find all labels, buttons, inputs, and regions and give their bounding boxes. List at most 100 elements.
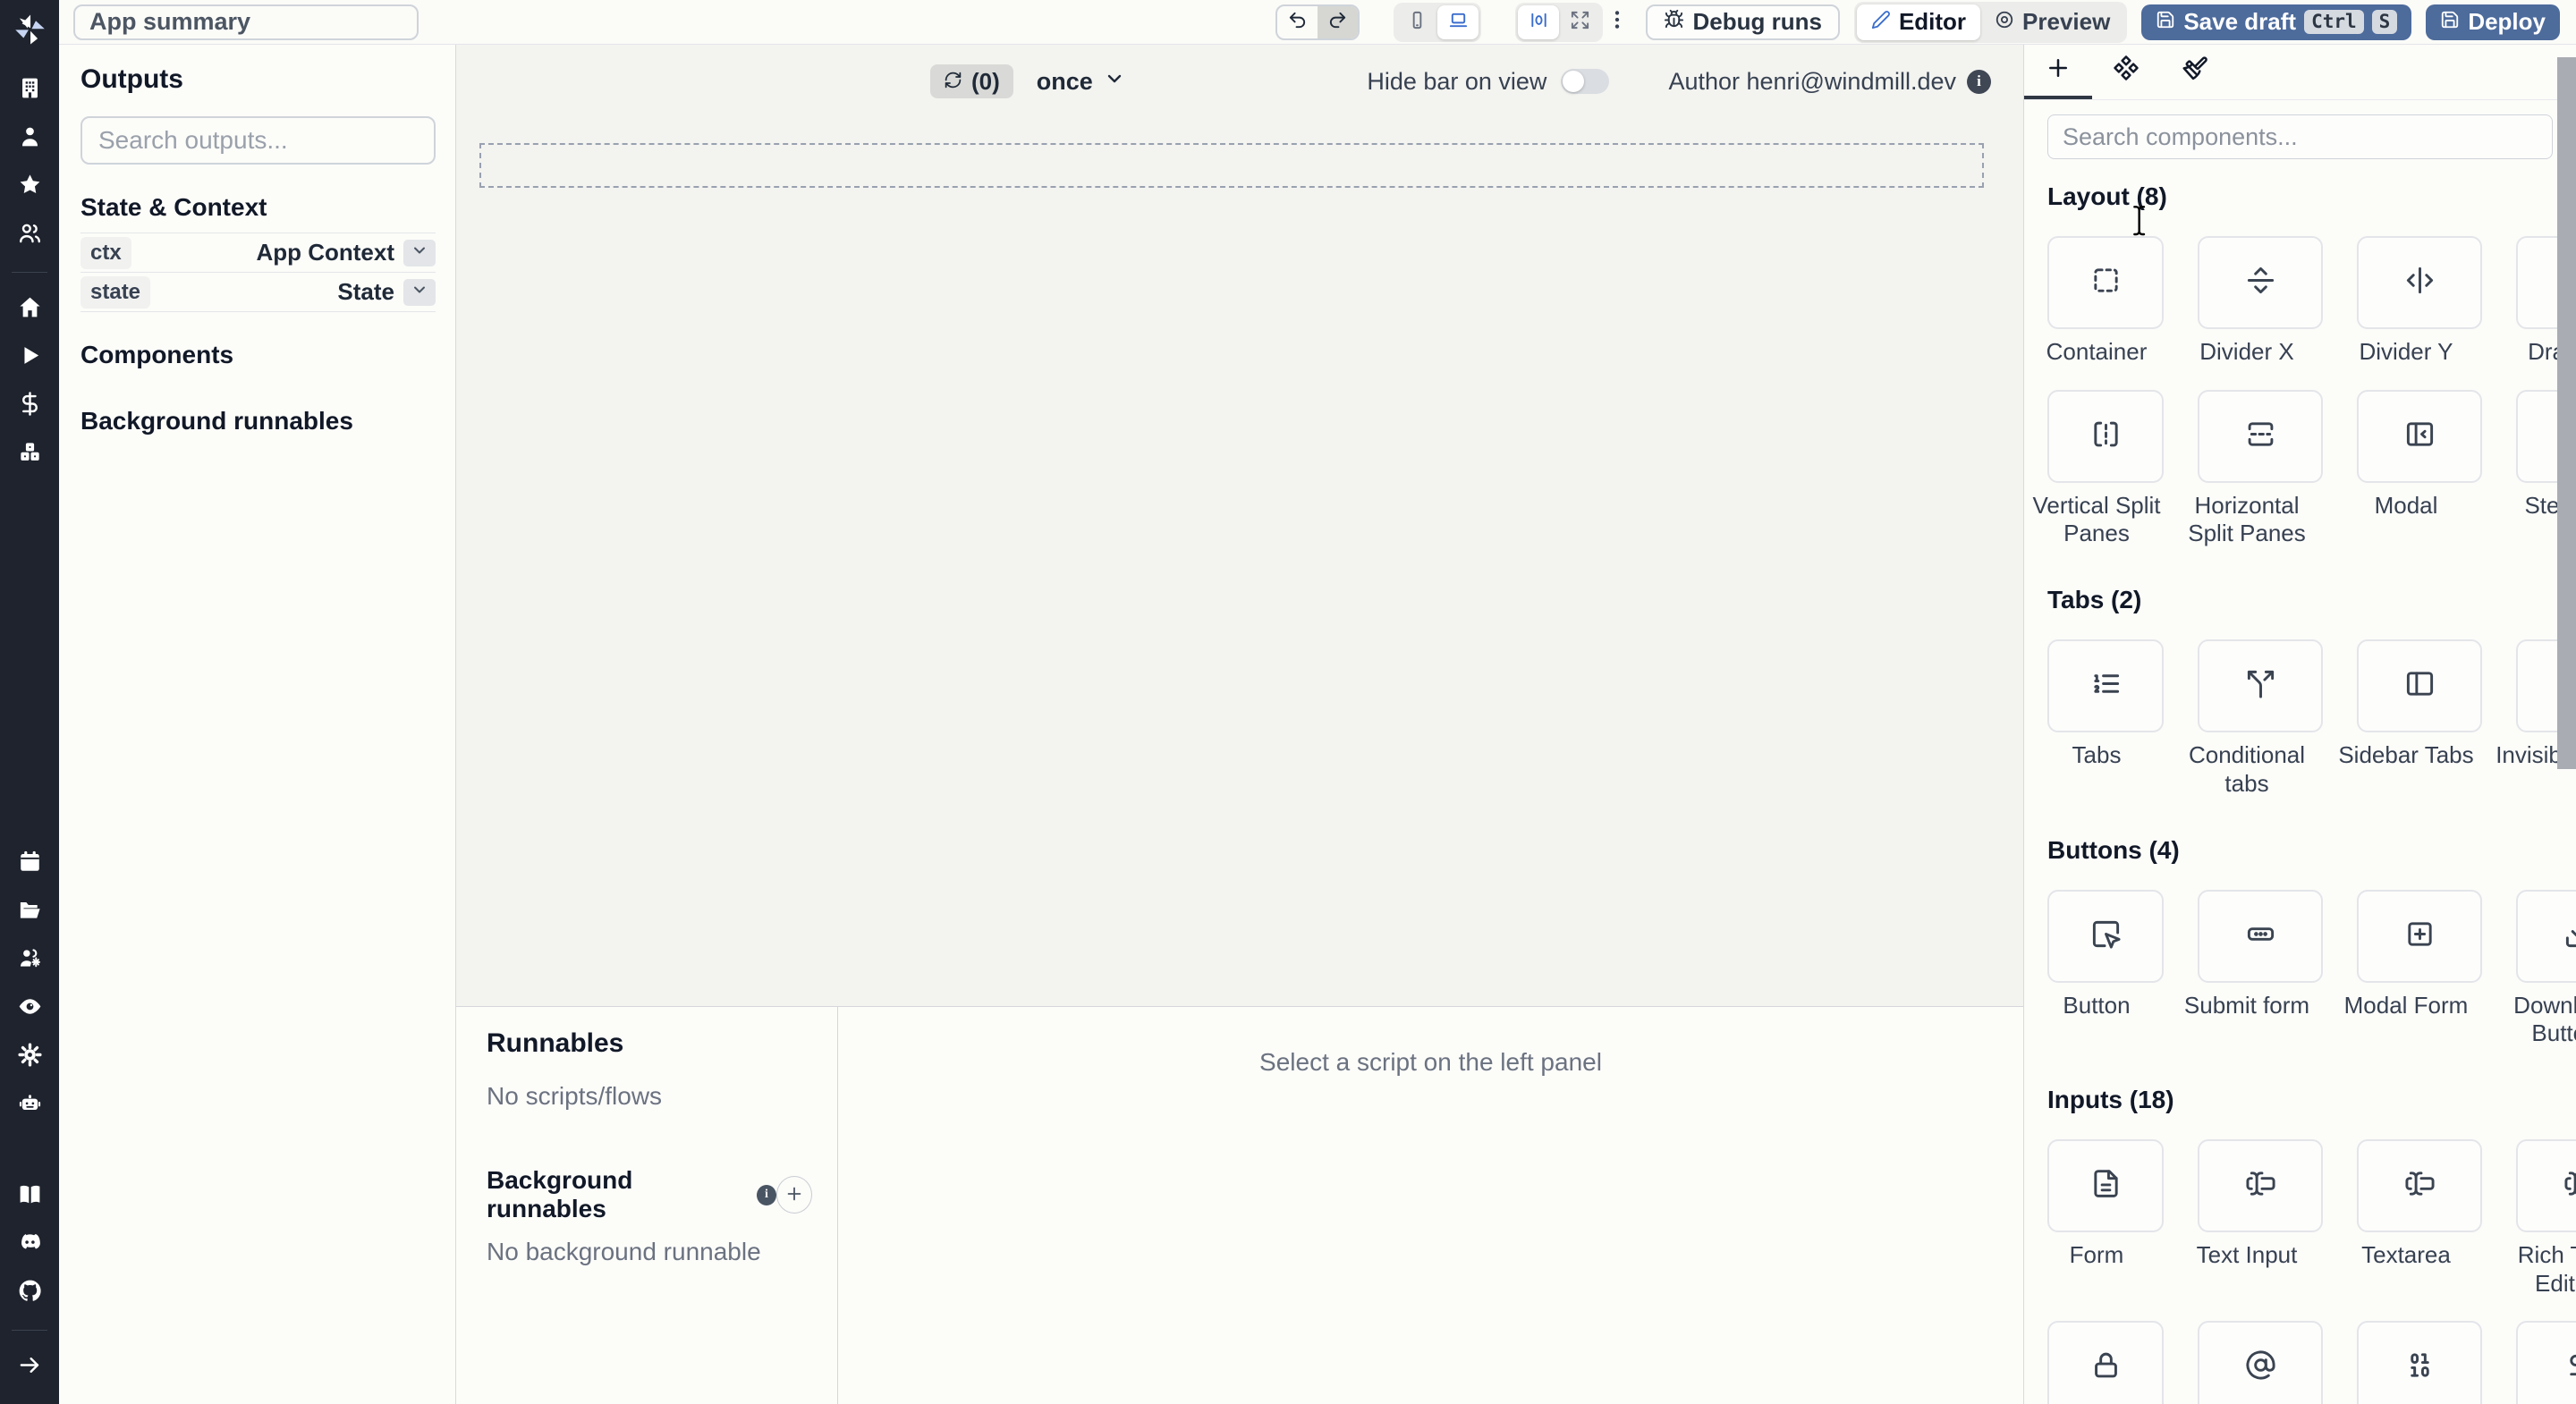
refresh-button[interactable]: (0) bbox=[930, 64, 1013, 98]
chevron-down-icon bbox=[1104, 68, 1125, 96]
sidebar-item-groups[interactable] bbox=[14, 222, 45, 249]
component-section: Inputs (18) Form Text Input Textarea Rich Te… bbox=[2047, 1086, 2576, 1404]
component-card-vertical-split-panes[interactable] bbox=[2047, 389, 2164, 483]
tab-component-settings[interactable] bbox=[2092, 45, 2160, 99]
expand-row-button[interactable] bbox=[403, 278, 436, 306]
component-card-container[interactable] bbox=[2047, 236, 2164, 329]
mobile-view-button[interactable] bbox=[1396, 5, 1437, 39]
pencil-icon bbox=[1871, 8, 1891, 36]
components-list: Layout (8) Container Divider X Divider Y Dra… bbox=[2024, 159, 2576, 1404]
component-card-form[interactable] bbox=[2047, 1139, 2164, 1233]
users-cog-icon bbox=[17, 945, 43, 976]
download-icon bbox=[2563, 918, 2576, 954]
search-components-input[interactable] bbox=[2047, 114, 2553, 159]
sidebar-item-collapse-sidebar[interactable] bbox=[14, 1354, 45, 1381]
redo-button[interactable] bbox=[1318, 5, 1359, 38]
component-card-modal-form[interactable] bbox=[2357, 889, 2482, 983]
more-menu-button[interactable] bbox=[1603, 8, 1631, 36]
component-card-conditional-tabs[interactable] bbox=[2198, 639, 2323, 733]
tab-preview[interactable]: Preview bbox=[1980, 4, 2124, 40]
context-row-ctx[interactable]: ctx App Context bbox=[80, 233, 436, 273]
info-icon[interactable]: i bbox=[757, 1184, 776, 1205]
sidebar-item-settings[interactable] bbox=[14, 1042, 45, 1072]
component-label: Text Input bbox=[2196, 1241, 2298, 1269]
component-card-rich-text-editor[interactable] bbox=[2516, 1139, 2576, 1233]
component-card-button[interactable] bbox=[2047, 889, 2164, 983]
text-cursor-icon bbox=[2245, 1168, 2276, 1204]
undo-icon bbox=[1287, 10, 1308, 35]
component-card-divider-x[interactable] bbox=[2198, 236, 2323, 329]
device-toggle-group bbox=[1394, 2, 1482, 42]
sidebar-item-resources[interactable] bbox=[14, 441, 45, 468]
scrollbar-thumb[interactable] bbox=[2557, 57, 2576, 769]
component-card-number[interactable] bbox=[2357, 1321, 2482, 1404]
component-label: Tabs bbox=[2072, 741, 2122, 769]
hide-bar-toggle[interactable] bbox=[1561, 69, 1610, 94]
component-label: Submit form bbox=[2183, 991, 2310, 1019]
split-icon bbox=[2245, 668, 2276, 704]
info-icon[interactable]: i bbox=[1967, 69, 1991, 94]
context-type: App Context bbox=[256, 239, 394, 266]
component-card-email-input[interactable] bbox=[2198, 1321, 2323, 1404]
expand-row-button[interactable] bbox=[403, 239, 436, 266]
component-card-textarea[interactable] bbox=[2357, 1139, 2482, 1233]
sidebar-item-schedules[interactable] bbox=[14, 850, 45, 877]
component-card-tabs[interactable] bbox=[2047, 639, 2164, 733]
canvas-dropzone[interactable] bbox=[479, 143, 1984, 188]
component-card-text-input[interactable] bbox=[2198, 1139, 2323, 1233]
component-card-submit-form[interactable] bbox=[2198, 889, 2323, 983]
tab-insert-component[interactable] bbox=[2024, 45, 2092, 99]
component-label: Form bbox=[2069, 1241, 2124, 1269]
component-card-currency[interactable] bbox=[2516, 1321, 2576, 1404]
search-outputs-input[interactable] bbox=[80, 116, 436, 165]
canvas-toolbar: (0) once Hide bar on view Author henri@w… bbox=[456, 45, 2023, 109]
sidebar-item-ai[interactable] bbox=[14, 1092, 45, 1119]
refresh-interval-dropdown[interactable]: once bbox=[1037, 68, 1125, 96]
component-card-divider-y[interactable] bbox=[2357, 236, 2482, 329]
container-icon bbox=[2090, 265, 2122, 300]
component-card-download-button[interactable] bbox=[2516, 889, 2576, 983]
sidebar-item-home[interactable] bbox=[14, 296, 45, 323]
sidebar-item-user[interactable] bbox=[14, 125, 45, 152]
context-row-state[interactable]: state State bbox=[80, 273, 436, 312]
outputs-title: Outputs bbox=[80, 64, 183, 94]
sidebar-item-workspace[interactable] bbox=[14, 77, 45, 104]
state-context-title: State & Context bbox=[80, 193, 267, 221]
component-diamonds-icon bbox=[2113, 55, 2140, 86]
sidebar-item-audit-logs[interactable] bbox=[14, 995, 45, 1022]
tab-editor[interactable]: Editor bbox=[1856, 4, 1981, 40]
debug-runs-button[interactable]: Debug runs bbox=[1646, 4, 1840, 40]
component-label: Horizontal Split Panes bbox=[2188, 491, 2306, 547]
component-card-password[interactable] bbox=[2047, 1321, 2164, 1404]
building-icon bbox=[17, 75, 43, 106]
app-summary-input[interactable] bbox=[73, 4, 419, 40]
sidebar-item-favorites[interactable] bbox=[14, 173, 45, 200]
component-label: Button bbox=[2063, 991, 2131, 1019]
component-card-horizontal-split-panes[interactable] bbox=[2198, 389, 2323, 483]
add-background-runnable-button[interactable] bbox=[775, 1176, 812, 1214]
sidebar-item-github[interactable] bbox=[14, 1280, 45, 1307]
tab-global-styling[interactable] bbox=[2160, 45, 2228, 99]
save-draft-button[interactable]: Save draft Ctrl S bbox=[2141, 4, 2412, 40]
sidebar-item-runs[interactable] bbox=[14, 344, 45, 371]
app-canvas[interactable] bbox=[456, 109, 2023, 1006]
sidebar-item-workers[interactable] bbox=[14, 947, 45, 974]
component-label: Sidebar Tabs bbox=[2338, 741, 2474, 769]
center-align-icon bbox=[1529, 10, 1549, 35]
deploy-button[interactable]: Deploy bbox=[2426, 4, 2560, 40]
center-canvas-button[interactable] bbox=[1518, 4, 1560, 39]
author-row: Author henri@windmill.dev i bbox=[1668, 68, 1991, 96]
sidebar-item-discord[interactable] bbox=[14, 1231, 45, 1258]
sidebar-item-folders[interactable] bbox=[14, 899, 45, 926]
component-card-sidebar-tabs[interactable] bbox=[2357, 639, 2482, 733]
file-text-icon bbox=[2090, 1168, 2122, 1204]
sidebar-item-docs[interactable] bbox=[14, 1183, 45, 1210]
gear-icon bbox=[17, 1042, 43, 1072]
undo-button[interactable] bbox=[1277, 6, 1318, 38]
canvas-column: (0) once Hide bar on view Author henri@w… bbox=[456, 45, 2023, 1404]
fullscreen-button[interactable] bbox=[1559, 5, 1600, 39]
component-card-modal[interactable] bbox=[2357, 389, 2482, 483]
desktop-view-button[interactable] bbox=[1437, 4, 1479, 39]
sidebar-item-variables[interactable] bbox=[14, 392, 45, 419]
refresh-count: (0) bbox=[971, 67, 1000, 95]
